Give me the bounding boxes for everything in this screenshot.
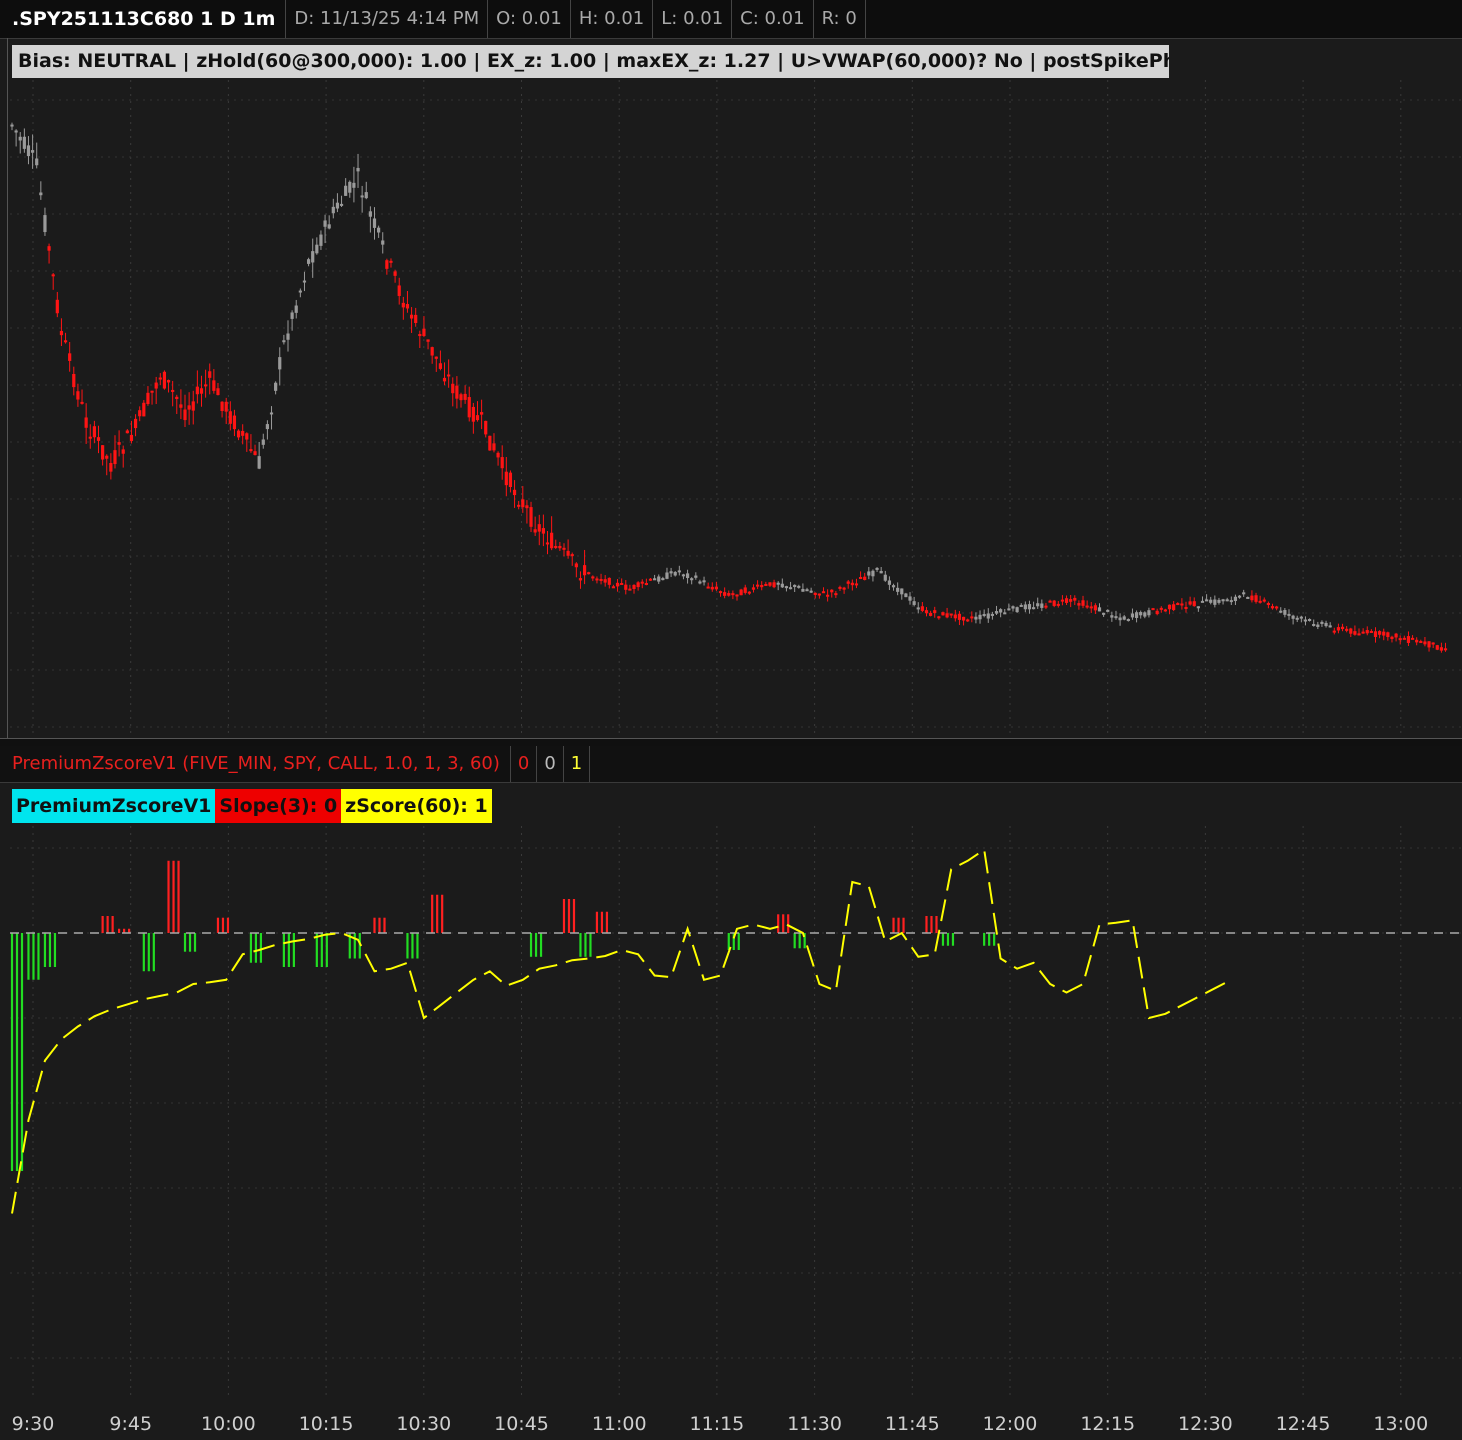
study-value-neutral: 0 <box>537 746 564 782</box>
x-tick-label: 11:00 <box>592 1413 647 1435</box>
x-tick-label: 11:15 <box>690 1413 745 1435</box>
zscore-line <box>11 847 1232 1214</box>
x-tick-label: 12:45 <box>1276 1413 1331 1435</box>
study-title[interactable]: PremiumZscoreV1 (FIVE_MIN, SPY, CALL, 1.… <box>0 746 511 782</box>
x-tick-label: 12:15 <box>1080 1413 1135 1435</box>
x-tick-label: 11:30 <box>787 1413 842 1435</box>
study-value-slope: 0 <box>511 746 538 782</box>
x-tick-label: 9:30 <box>12 1413 55 1435</box>
zscore-series <box>11 847 1232 1214</box>
legend-zscore: zScore(60): 1 <box>341 789 492 823</box>
study-legend: PremiumZscoreV1 Slope(3): 0 zScore(60): … <box>12 789 492 823</box>
bias-label: Bias: NEUTRAL | zHold(60@300,000): 1.00 … <box>12 45 1169 78</box>
x-tick-label: 12:00 <box>983 1413 1038 1435</box>
legend-slope: Slope(3): 0 <box>215 789 342 823</box>
study-header: PremiumZscoreV1 (FIVE_MIN, SPY, CALL, 1.… <box>0 746 1462 783</box>
legend-name: PremiumZscoreV1 <box>12 789 216 823</box>
x-tick-label: 10:15 <box>299 1413 354 1435</box>
x-tick-label: 11:45 <box>885 1413 940 1435</box>
x-tick-label: 9:45 <box>109 1413 152 1435</box>
x-axis-ticks: 9:30 9:45 10:00 10:15 10:30 10:45 11:00 11:15 11… <box>12 1413 1429 1435</box>
x-tick-label: 10:30 <box>396 1413 451 1435</box>
x-tick-label: 13:00 <box>1373 1413 1428 1435</box>
x-tick-label: 12:30 <box>1178 1413 1233 1435</box>
x-tick-label: 10:45 <box>494 1413 549 1435</box>
slope-histogram <box>10 860 996 1171</box>
x-tick-label: 10:00 <box>201 1413 256 1435</box>
price-pane-border <box>7 38 1462 738</box>
study-value-zscore: 1 <box>564 746 591 782</box>
